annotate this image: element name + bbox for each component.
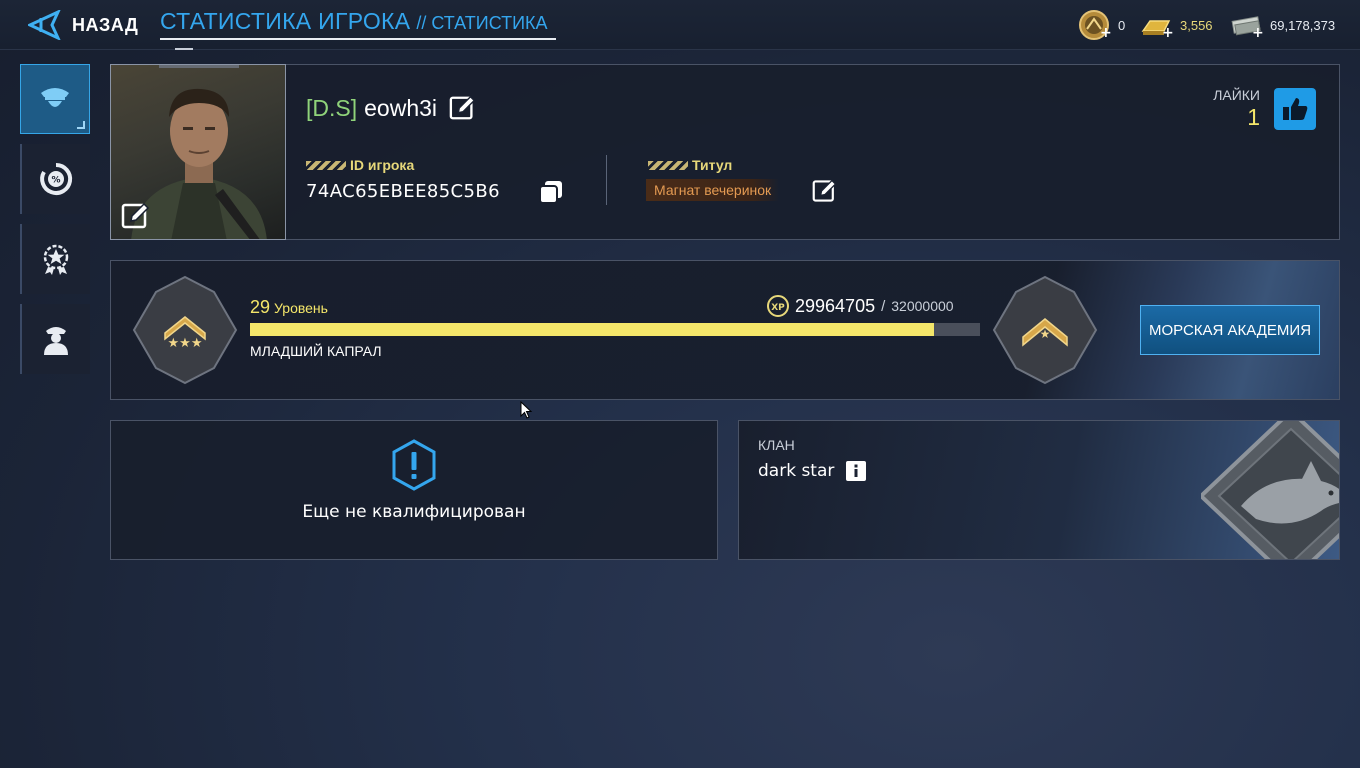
info-icon[interactable] [846,461,867,481]
svg-text:★: ★ [1040,327,1051,341]
back-button-label: НАЗАД [72,14,139,35]
player-id-label-row: ID игрока [306,155,414,174]
level-number: 29 [250,297,271,317]
top-bar: НАЗАД СТАТИСТИКА ИГРОКА// СТАТИСТИКА + 0… [0,0,1360,50]
xp-progress-fill [250,323,934,336]
xp-current: 29964705 [795,295,876,316]
current-rank-icon: ★★★ [132,275,238,385]
title-label: Титул [692,157,733,173]
page-title: СТАТИСТИКА ИГРОКА [160,8,411,34]
mouse-cursor-icon [520,401,533,419]
level-row: 29 Уровень [250,297,328,318]
qualification-status: Еще не квалифицирован [302,502,526,522]
thumbs-up-icon [1283,98,1308,120]
plus-icon: + [1100,25,1112,41]
edit-title-icon[interactable] [812,178,838,204]
title-value: Магнат вечеринок [654,182,772,198]
player-id-label: ID игрока [350,157,415,173]
title-decoration [175,48,193,50]
shark-emblem-icon [1201,421,1339,559]
clan-tag: [D.S] [306,94,358,121]
sidebar-item-crew[interactable] [20,304,90,374]
clan-label: КЛАН [758,437,795,453]
xp-target: 32000000 [891,298,954,314]
xp-row: XP 29964705 / 32000000 [766,294,954,318]
avatar-edit-button[interactable] [121,201,151,235]
plus-icon: + [1162,25,1174,41]
currency-cash[interactable]: + 69,178,373 [1230,9,1335,41]
profile-panel [110,64,1340,240]
copy-icon[interactable] [537,178,565,206]
currency-medals-value: 0 [1118,17,1126,33]
title-label-row: Титул [648,155,732,174]
xp-progress-bar [250,323,980,336]
likes-label: ЛАЙКИ [1213,87,1260,103]
back-button[interactable]: НАЗАД [28,10,138,40]
star-medal-icon [43,244,69,275]
sidebar-item-achievements[interactable] [20,224,90,294]
player-name: eowh3i [364,94,438,121]
xp-icon: XP [767,295,789,317]
sidebar-item-percent[interactable]: % [20,144,90,214]
breadcrumb: СТАТИСТИКА ИГРОКА// СТАТИСТИКА [160,8,556,50]
next-rank-icon: ★ [992,275,1098,385]
back-arrow-icon [28,10,61,40]
officer-cap-icon [41,88,69,107]
clan-panel[interactable] [738,420,1340,560]
stripes-decoration [306,161,346,170]
xp-separator: / [881,297,886,315]
like-button[interactable] [1274,88,1316,130]
rank-name: МЛАДШИЙ КАПРАЛ [250,343,382,359]
soldier-icon [44,327,68,355]
currency-medals[interactable]: + 0 [1078,9,1125,41]
currency-gold-value: 3,556 [1180,17,1213,33]
divider [606,155,607,205]
currency-cash-value: 69,178,373 [1270,17,1336,33]
edit-name-icon[interactable] [449,94,477,122]
player-id-value: 74AC65EBEE85C5B6 [306,181,500,202]
sidebar-item-profile[interactable] [20,64,90,134]
level-label: Уровень [274,300,328,316]
stripes-decoration [648,161,688,170]
naval-academy-button[interactable]: МОРСКАЯ АКАДЕМИЯ [1140,305,1320,355]
svg-text:%: % [51,176,60,186]
clan-name-row: dark star [758,461,867,481]
page-subtitle: // СТАТИСТИКА [416,13,548,33]
active-corner-mark [77,121,85,129]
svg-text:XP: XP [771,303,785,313]
plus-icon: + [1252,25,1264,41]
player-name-row: [D.S] eowh3i [306,94,477,122]
svg-text:★★★: ★★★ [168,336,203,351]
edit-icon [121,202,150,229]
warning-icon [392,439,436,491]
percent-gauge-icon: % [40,162,73,195]
avatar[interactable] [110,64,286,240]
clan-name[interactable]: dark star [758,461,834,481]
likes-count: 1 [1247,104,1260,130]
title-badge: Магнат вечеринок [646,179,780,201]
currency-gold[interactable]: + 3,556 [1140,9,1213,41]
